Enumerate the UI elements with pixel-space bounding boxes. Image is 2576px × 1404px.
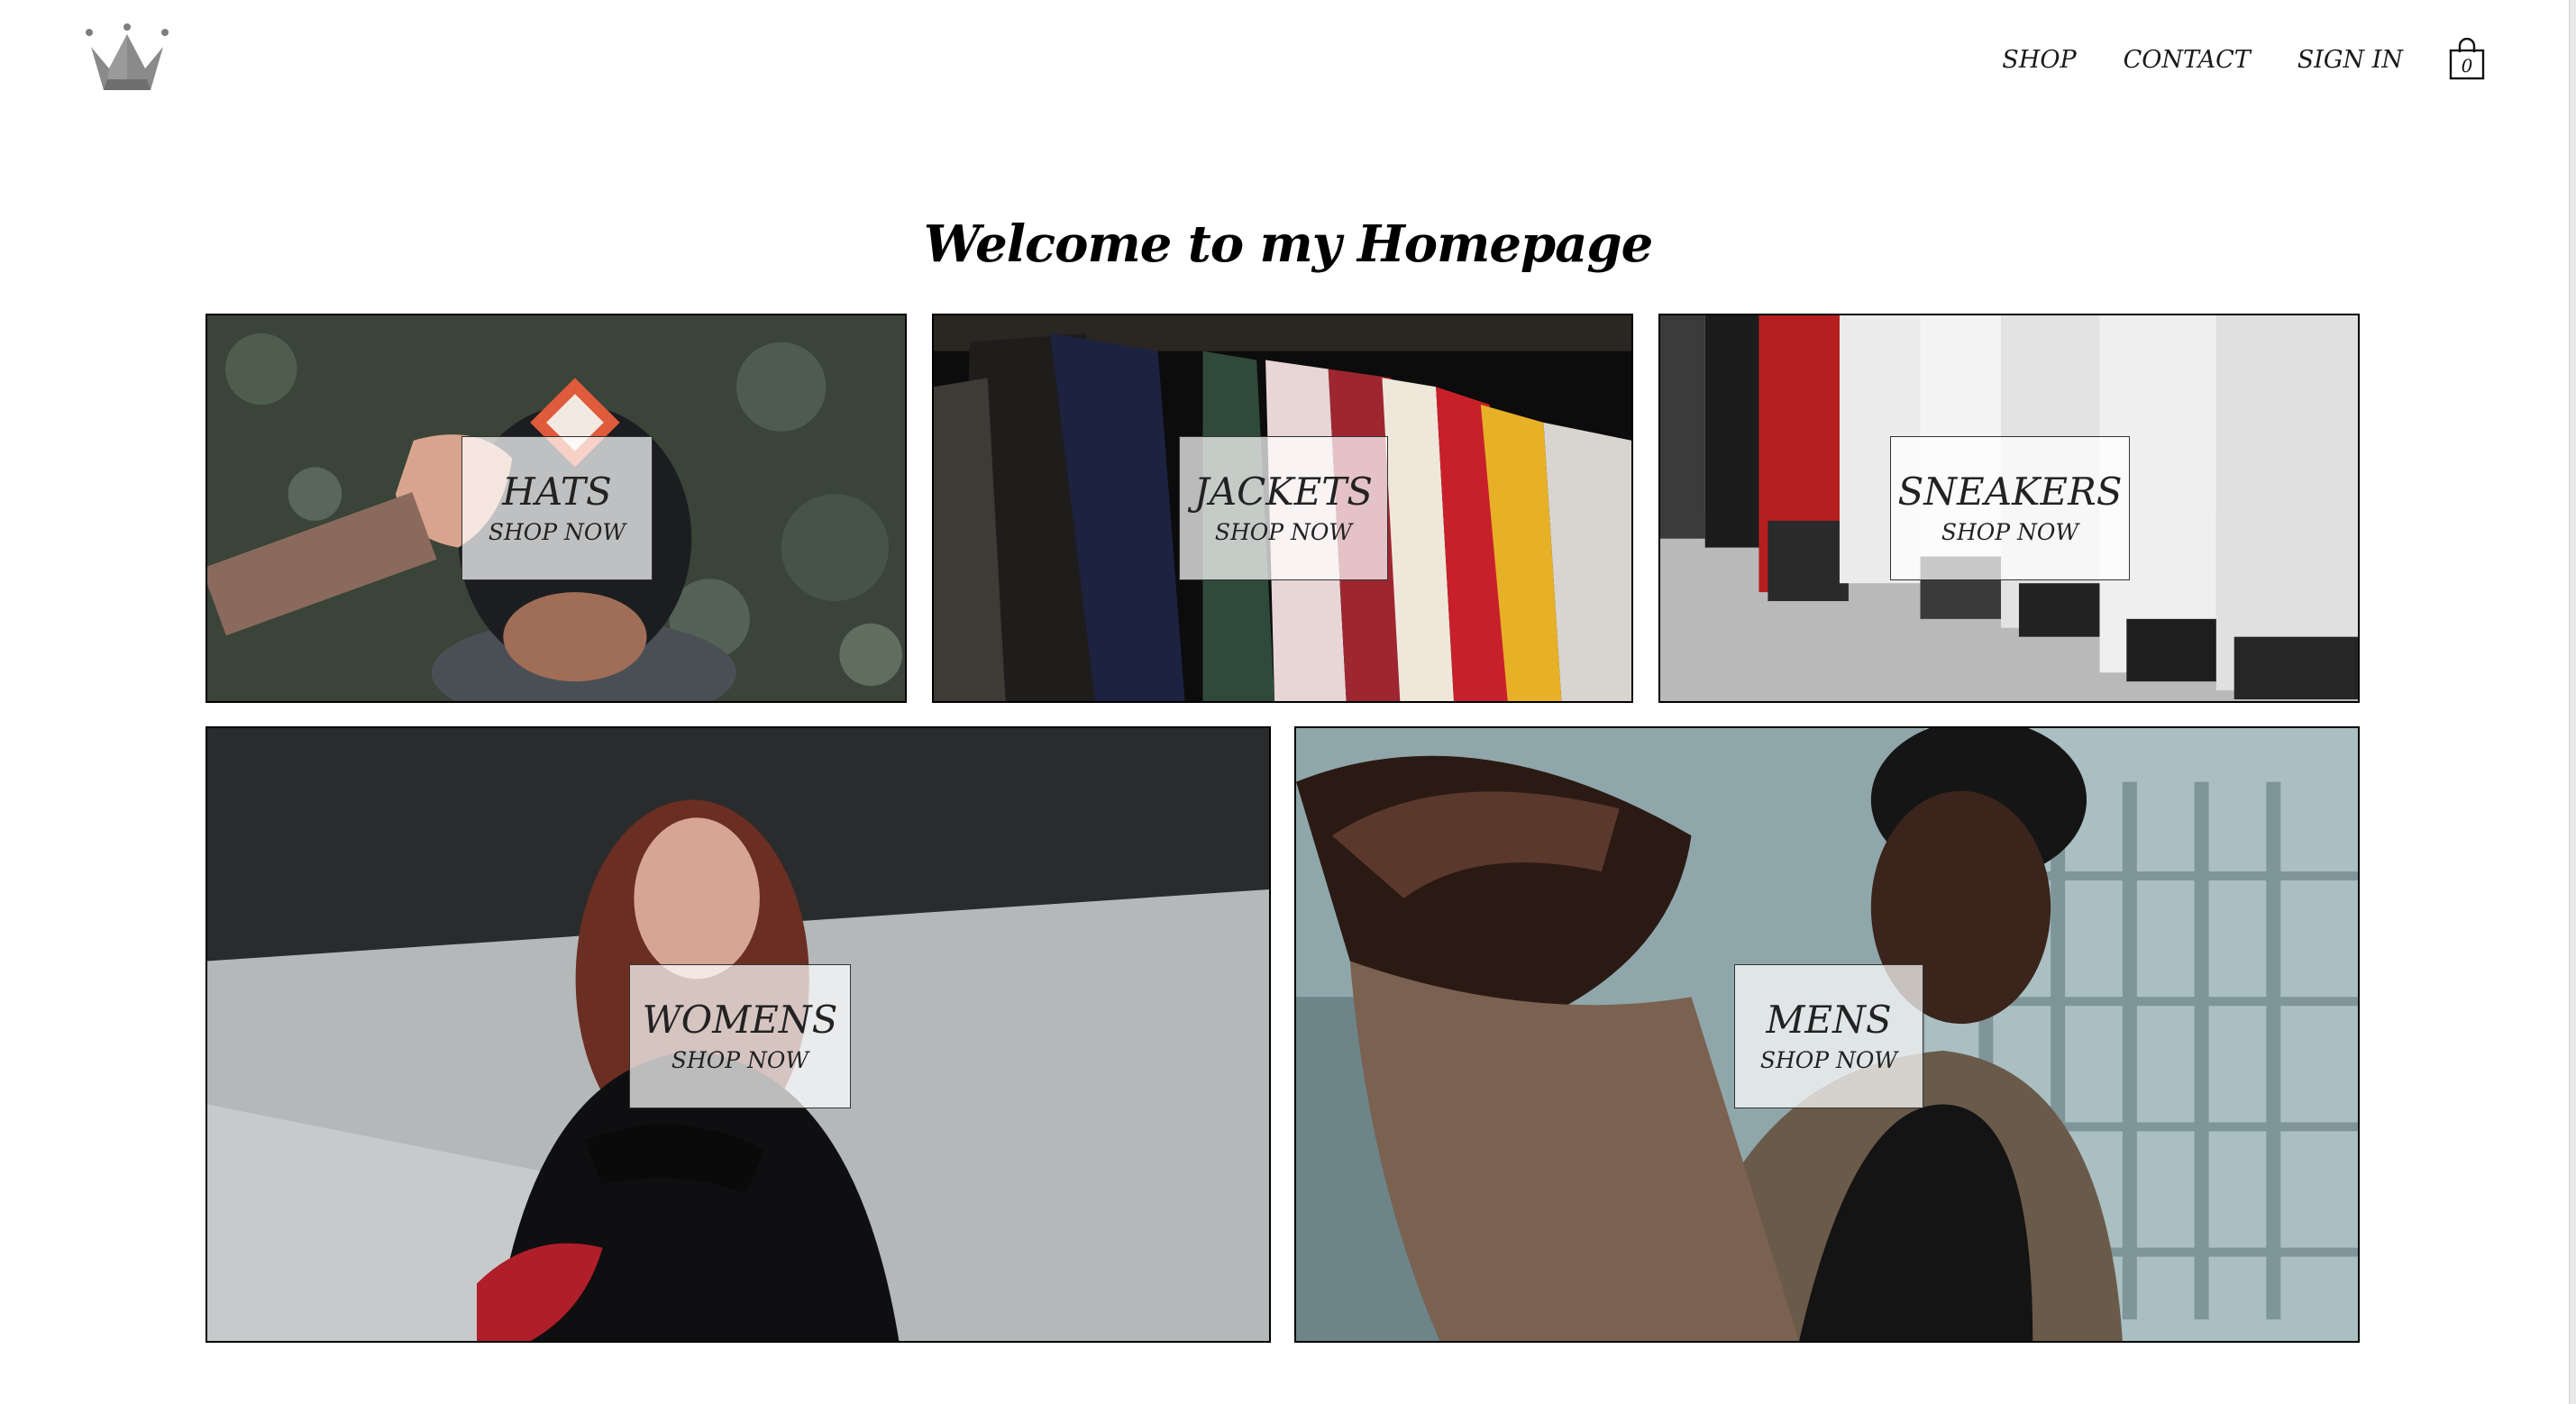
- shop-now-link[interactable]: SHOP NOW: [1760, 1047, 1897, 1073]
- nav-sign-in-link[interactable]: SIGN IN: [2297, 46, 2403, 74]
- category-title: HATS: [502, 470, 612, 515]
- shop-now-link[interactable]: SHOP NOW: [1941, 519, 2078, 545]
- homepage: SHOP CONTACT SIGN IN 0 Welcome to my Hom…: [0, 0, 2576, 1404]
- category-title: JACKETS: [1193, 470, 1374, 515]
- cart-count: 0: [2461, 55, 2473, 77]
- category-tile-sneakers[interactable]: SNEAKERS SHOP NOW: [1658, 314, 2360, 703]
- crown-logo-icon[interactable]: [84, 23, 170, 96]
- category-title: SNEAKERS: [1897, 470, 2123, 515]
- category-label[interactable]: MENS SHOP NOW: [1734, 964, 1923, 1108]
- category-label[interactable]: HATS SHOP NOW: [461, 436, 653, 580]
- scrollbar[interactable]: [2569, 0, 2576, 1404]
- category-label[interactable]: SNEAKERS SHOP NOW: [1890, 436, 2130, 580]
- nav-shop-link[interactable]: SHOP: [2002, 46, 2076, 74]
- category-tile-hats[interactable]: HATS SHOP NOW: [206, 314, 907, 703]
- nav-contact-link[interactable]: CONTACT: [2124, 46, 2251, 74]
- category-title: WOMENS: [642, 998, 838, 1043]
- category-title: MENS: [1766, 998, 1892, 1043]
- category-label[interactable]: WOMENS SHOP NOW: [629, 964, 851, 1108]
- category-label[interactable]: JACKETS SHOP NOW: [1179, 436, 1388, 580]
- category-tile-mens[interactable]: MENS SHOP NOW: [1294, 726, 2360, 1343]
- page-title: Welcome to my Homepage: [923, 214, 1653, 274]
- shop-now-link[interactable]: SHOP NOW: [671, 1047, 808, 1073]
- cart-button[interactable]: 0: [2448, 38, 2486, 81]
- category-tile-jackets[interactable]: JACKETS SHOP NOW: [932, 314, 1633, 703]
- main-nav: SHOP CONTACT SIGN IN 0: [2002, 36, 2486, 83]
- shop-now-link[interactable]: SHOP NOW: [1215, 519, 1352, 545]
- shop-now-link[interactable]: SHOP NOW: [489, 519, 626, 545]
- category-tile-womens[interactable]: WOMENS SHOP NOW: [206, 726, 1271, 1343]
